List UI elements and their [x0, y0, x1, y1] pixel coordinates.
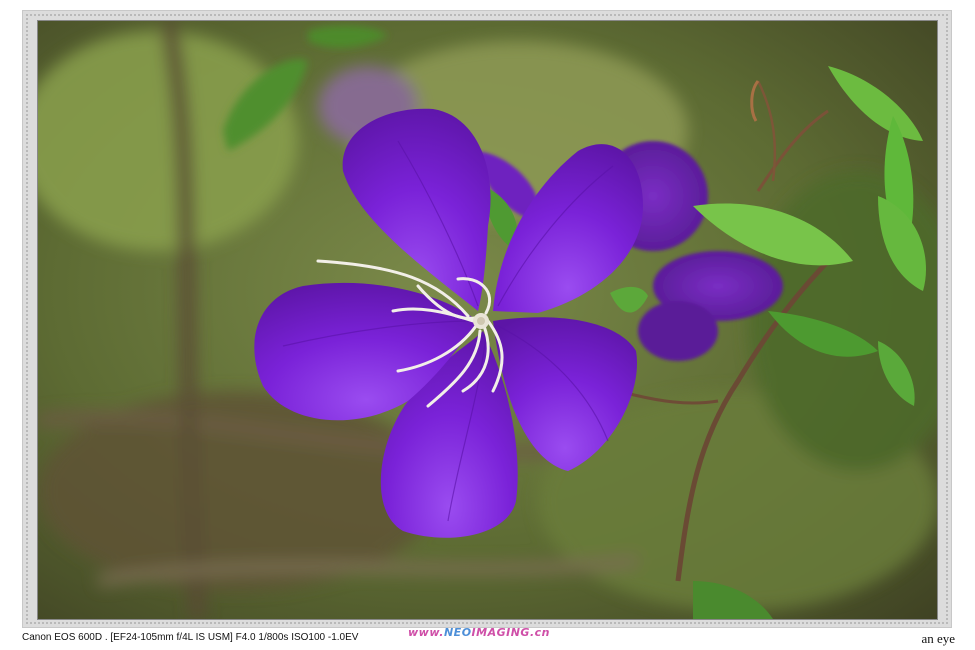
- author-signature: an eye: [921, 631, 955, 646]
- watermark-logo: www.NEOIMAGING.cn: [408, 626, 550, 639]
- exif-caption: Canon EOS 600D . [EF24-105mm f/4L IS USM…: [22, 632, 359, 643]
- flower-photo: [38, 21, 937, 619]
